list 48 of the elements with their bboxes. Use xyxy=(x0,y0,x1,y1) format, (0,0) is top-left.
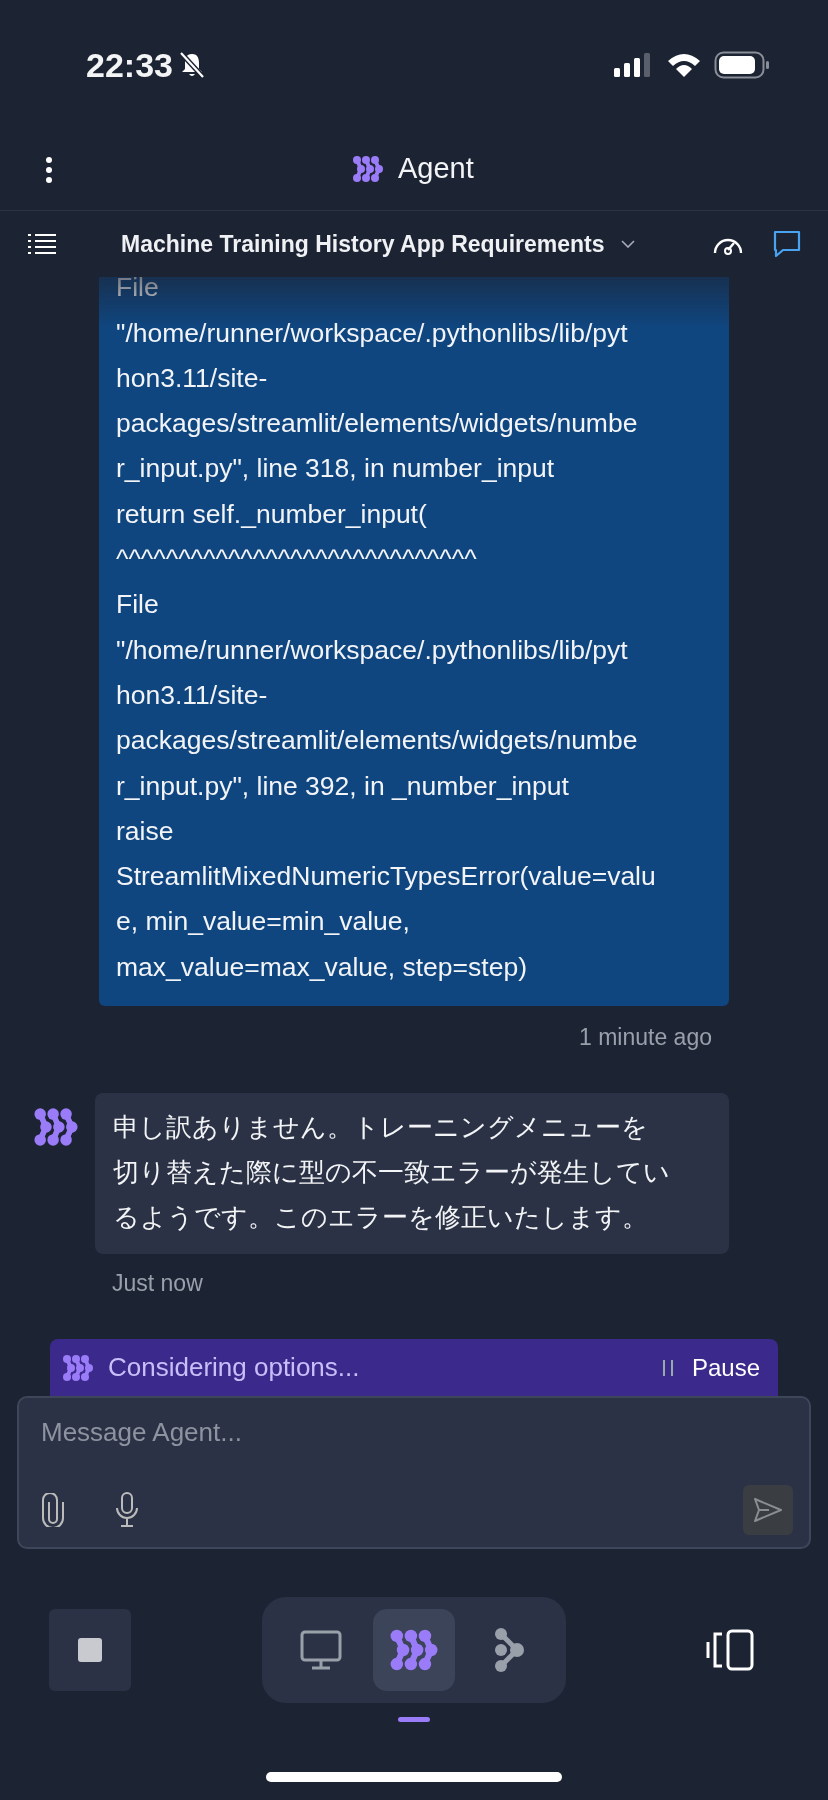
header-title: Agent xyxy=(398,152,474,185)
dots-logo-icon xyxy=(62,1353,94,1382)
traceback-line: e, min_value=min_value, xyxy=(116,905,411,939)
status-time: 22:33 xyxy=(86,45,173,85)
more-menu-icon[interactable] xyxy=(45,157,53,183)
split-view-icon[interactable] xyxy=(706,1628,756,1672)
message-text: 申し訳ありません。トレーニングメニューを切り替えた際に型の不一致エラーが発生しているようです。このエラーを修正いたします。 xyxy=(113,1111,671,1234)
stop-icon xyxy=(78,1638,102,1662)
traceback-line: "/home/runner/workspace/.pythonlibs/lib/pyt xyxy=(116,316,629,350)
traceback-line: hon3.11/site- xyxy=(116,678,269,712)
pause-button[interactable]: Pause xyxy=(661,1353,760,1382)
paperclip-icon[interactable] xyxy=(41,1493,65,1527)
status-label: Considering options... xyxy=(108,1352,360,1383)
page-indicator xyxy=(398,1717,430,1722)
agent-avatar-icon xyxy=(33,1106,79,1148)
dots-logo-icon xyxy=(389,1628,439,1672)
microphone-icon[interactable] xyxy=(115,1492,139,1528)
traceback-line: return self._number_input( xyxy=(116,497,428,531)
send-button[interactable] xyxy=(743,1485,793,1535)
traceback-line: packages/streamlit/elements/widgets/numbe xyxy=(116,407,639,441)
traceback-line: raise xyxy=(116,814,175,848)
chat-title-dropdown[interactable]: Machine Training History App Requirements xyxy=(121,230,635,258)
message-time: 1 minute ago xyxy=(579,1024,712,1051)
monitor-icon xyxy=(298,1628,343,1672)
traceback-line: r_input.py", line 392, in _number_input xyxy=(116,769,570,803)
traceback-line: File xyxy=(116,277,160,305)
view-tab[interactable] xyxy=(373,1609,455,1691)
traceback-line: r_input.py", line 318, in number_input xyxy=(116,452,556,486)
traceback-line: File xyxy=(116,588,160,622)
battery-icon xyxy=(714,51,770,79)
pause-icon xyxy=(661,1358,674,1377)
message-time: Just now xyxy=(112,1270,204,1297)
traceback-line: max_value=max_value, step=step) xyxy=(116,950,528,984)
chat-bubble-icon[interactable] xyxy=(772,229,802,259)
chevron-down-icon xyxy=(620,240,635,248)
message-input[interactable]: Message Agent... xyxy=(41,1410,793,1454)
traceback-line: ^^^^^^^^^^^^^^^^^^^^^^^^^^^^^ xyxy=(116,543,478,577)
stop-button[interactable] xyxy=(49,1609,131,1691)
traceback-line: hon3.11/site- xyxy=(116,361,269,395)
bell-slash-icon xyxy=(178,51,205,79)
send-icon xyxy=(753,1497,783,1523)
wifi-icon xyxy=(666,52,702,78)
traceback-line: StreamlitMixedNumericTypesError(value=valu xyxy=(116,860,657,894)
dots-logo-icon xyxy=(352,154,384,183)
traceback-line: packages/streamlit/elements/widgets/numbe xyxy=(116,724,639,758)
traceback-line: "/home/runner/workspace/.pythonlibs/lib/pyt xyxy=(116,633,629,667)
list-icon[interactable] xyxy=(28,233,56,255)
message-field[interactable]: Message Agent... xyxy=(17,1396,811,1549)
